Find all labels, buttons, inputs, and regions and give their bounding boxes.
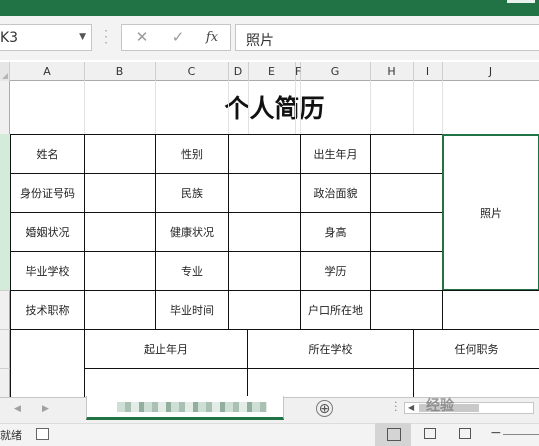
resume-label-cell[interactable]: 毕业学校 [10,251,85,291]
resume-value-cell[interactable] [228,251,301,291]
row-header[interactable] [0,290,10,330]
resume-value-cell[interactable] [370,134,443,174]
education-value-cell[interactable] [84,368,248,397]
insert-function-icon[interactable]: fx [200,30,224,45]
prev-sheet-icon[interactable]: ◀ [14,404,21,414]
resume-label-cell[interactable]: 户口所在地 [300,290,371,330]
macro-record-icon[interactable] [36,428,49,440]
row-header[interactable] [0,329,10,369]
column-header-c[interactable]: C [155,62,229,81]
column-header-i[interactable]: I [413,62,443,81]
resume-value-cell[interactable] [370,290,443,330]
education-header-cell[interactable]: 起止年月 [84,329,248,369]
resume-value-cell[interactable] [228,212,301,252]
education-value-cell[interactable] [413,368,539,397]
scroll-left-icon[interactable]: ◀ [408,403,414,412]
ribbon-top-strip [0,0,539,16]
page-layout-icon[interactable] [424,428,436,439]
sheet-tab-name-obscured [117,402,267,412]
education-header-cell[interactable]: 任何职务 [413,329,539,369]
resume-value-cell[interactable] [228,134,301,174]
view-normal-button[interactable] [375,423,411,446]
resume-label-cell[interactable]: 毕业时间 [155,290,229,330]
resume-value-cell[interactable] [370,212,443,252]
resume-label-cell[interactable]: 性别 [155,134,229,174]
row-header[interactable] [0,81,10,135]
column-header-e[interactable]: E [248,62,296,81]
column-header-j[interactable]: J [442,62,539,81]
zoom-out-icon[interactable]: − [490,425,502,441]
resume-label-cell[interactable] [10,329,85,397]
resume-value-cell[interactable] [84,134,156,174]
status-ready: 就绪 [0,429,22,442]
formula-input[interactable]: 照片 [235,24,539,51]
column-header-d[interactable]: D [228,62,249,81]
name-box-value: K3 [0,30,19,46]
resume-label-cell[interactable]: 姓名 [10,134,85,174]
column-header-b[interactable]: B [84,62,156,81]
ribbon-mark [507,0,535,3]
row-header[interactable] [0,251,10,291]
page-break-icon[interactable] [459,428,471,439]
formula-buttons: ✕ ✓ fx [121,24,231,51]
resume-label-cell[interactable]: 学历 [300,251,371,291]
resume-title: 个人简历 [224,94,325,123]
resume-value-cell[interactable] [442,290,539,330]
splitter-handle[interactable]: · · · [103,25,109,49]
column-header-h[interactable]: H [370,62,414,81]
zoom-slider[interactable] [503,434,539,435]
chevron-down-icon[interactable]: ▼ [79,32,86,42]
resume-label-cell[interactable]: 技术职称 [10,290,85,330]
row-header[interactable] [0,134,10,174]
row-header[interactable] [0,368,10,398]
column-headers: ABCDEFGHIJK [0,62,539,81]
formula-content: 照片 [246,33,274,49]
resume-value-cell[interactable] [228,173,301,213]
name-box[interactable]: K3 ▼ [0,24,92,51]
resume-value-cell[interactable] [84,212,156,252]
column-header-a[interactable]: A [10,62,85,81]
select-all-corner[interactable] [0,62,10,81]
cancel-icon[interactable]: ✕ [130,28,154,46]
watermark-text: 经验 [426,398,454,414]
resume-label-cell[interactable]: 身份证号码 [10,173,85,213]
row-header[interactable] [0,173,10,213]
resume-label-cell[interactable]: 婚姻状况 [10,212,85,252]
resume-value-cell[interactable] [370,251,443,291]
photo-cell[interactable]: 照片 [442,134,539,291]
tab-splitter-handle[interactable]: · · · [394,397,400,416]
row-headers [0,81,10,398]
resume-label-cell[interactable]: 政治面貌 [300,173,371,213]
resume-value-cell[interactable] [84,290,156,330]
grid-icon [387,428,401,441]
education-value-cell[interactable] [247,368,414,397]
next-sheet-icon[interactable]: ▶ [42,404,49,414]
resume-value-cell[interactable] [84,173,156,213]
resume-label-cell[interactable]: 身高 [300,212,371,252]
enter-icon[interactable]: ✓ [166,28,190,46]
resume-value-cell[interactable] [228,290,301,330]
resume-value-cell[interactable] [84,251,156,291]
resume-label-cell[interactable]: 专业 [155,251,229,291]
spreadsheet-grid[interactable]: 个人简历 姓名 性别 出生年月身份证号码 民族 政治面貌婚姻状况 健康状况 身高毕业学校 专业… [10,81,539,397]
resume-label-cell[interactable]: 出生年月 [300,134,371,174]
row-header[interactable] [0,212,10,252]
add-sheet-button[interactable]: ⊕ [316,400,333,417]
resume-label-cell[interactable]: 健康状况 [155,212,229,252]
education-header-cell[interactable]: 所在学校 [247,329,414,369]
sheet-tab-active[interactable] [86,396,284,420]
resume-value-cell[interactable] [370,173,443,213]
column-header-g[interactable]: G [300,62,371,81]
resume-label-cell[interactable]: 民族 [155,173,229,213]
